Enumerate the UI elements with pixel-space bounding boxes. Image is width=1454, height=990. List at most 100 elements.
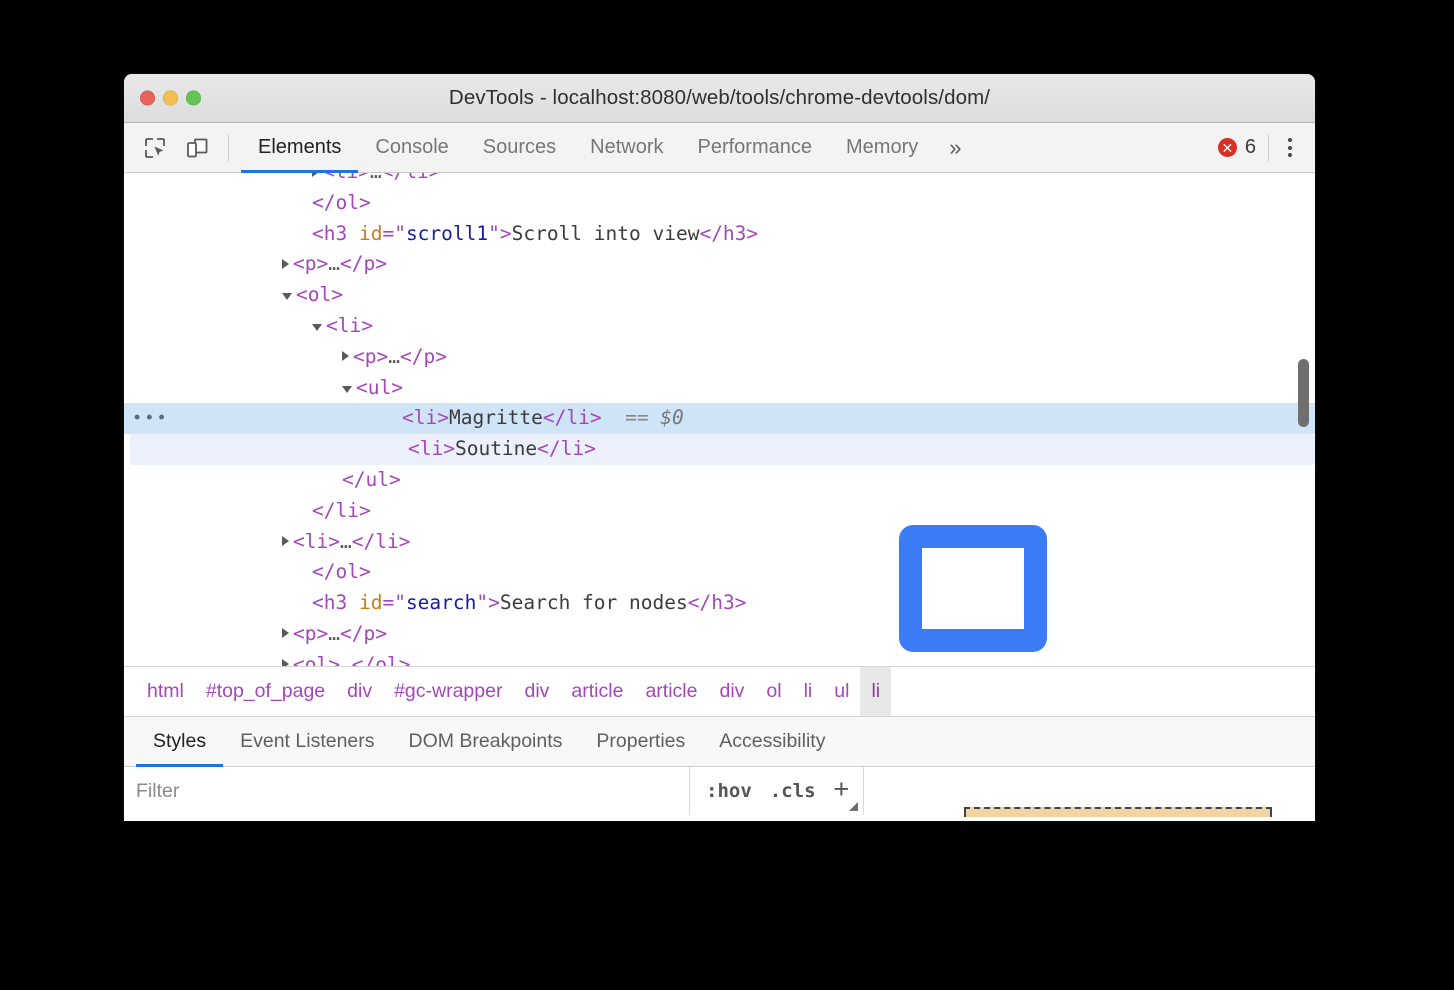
dom-tree-row[interactable]: •••<li>Magritte</li> == $0 xyxy=(124,403,1315,434)
tab-styles[interactable]: Styles xyxy=(136,717,223,766)
dom-tree-row[interactable]: </ol> xyxy=(124,557,1315,588)
devtools-toolbar: Elements Console Sources Network Perform… xyxy=(124,123,1315,173)
dom-tree-row[interactable]: <li>Soutine</li> xyxy=(130,434,1315,465)
dom-tree-row[interactable]: <p>…</p> xyxy=(124,249,1315,280)
minimize-button[interactable] xyxy=(163,91,178,106)
main-menu-icon[interactable] xyxy=(1275,133,1305,163)
inspect-element-icon[interactable] xyxy=(138,133,172,163)
dom-tree-scrollbar-thumb[interactable] xyxy=(1298,359,1309,427)
dom-token-tag: <h3 xyxy=(312,222,359,245)
dom-tree-row[interactable]: <ul> xyxy=(124,373,1315,404)
dom-token-tag: <li> xyxy=(323,173,370,183)
breadcrumb-item-article[interactable]: article xyxy=(560,667,634,716)
dom-tree-row[interactable]: </li> xyxy=(124,496,1315,527)
dom-tree-row[interactable]: <li>…</li> xyxy=(124,173,1315,188)
dom-tree: <li>…</li></ol><h3 id="scroll1">Scroll i… xyxy=(124,173,1315,667)
dom-token-tag: <p> xyxy=(353,345,388,368)
toolbar-divider xyxy=(228,135,229,161)
expand-triangle-icon[interactable] xyxy=(282,659,289,667)
breadcrumb-item-label: li xyxy=(871,680,880,703)
tab-memory[interactable]: Memory xyxy=(829,123,935,172)
new-style-rule-button[interactable]: + xyxy=(834,776,850,803)
dom-token-tag: <h3 xyxy=(312,591,359,614)
sidebar-tab-label: Styles xyxy=(153,730,206,753)
more-tabs-label: » xyxy=(949,135,961,161)
dom-tree-row[interactable]: <p>…</p> xyxy=(124,342,1315,373)
breadcrumb-item-label: #top_of_page xyxy=(206,680,325,703)
tab-elements[interactable]: Elements xyxy=(241,123,358,172)
breadcrumb-item-li[interactable]: li xyxy=(793,667,824,716)
dom-tree-row[interactable]: <h3 id="scroll1">Scroll into view</h3> xyxy=(124,219,1315,250)
breadcrumb-item--gc-wrapper[interactable]: #gc-wrapper xyxy=(383,667,513,716)
toggle-cls-button[interactable]: .cls xyxy=(770,780,816,802)
box-model-diagram xyxy=(964,807,1272,817)
dom-tree-row-content: <h3 id="search">Search for nodes</h3> xyxy=(312,588,746,619)
dom-token-tag: <li> xyxy=(408,437,455,460)
dom-token-tag: <ol> xyxy=(293,653,340,667)
filter-input[interactable] xyxy=(136,780,689,803)
breadcrumb-item--top-of-page[interactable]: #top_of_page xyxy=(195,667,336,716)
dom-token-dim: == xyxy=(602,406,661,429)
dom-tree-panel[interactable]: <li>…</li></ol><h3 id="scroll1">Scroll i… xyxy=(124,173,1315,667)
expand-triangle-icon[interactable] xyxy=(312,173,319,177)
breadcrumb-item-div[interactable]: div xyxy=(336,667,383,716)
dom-tree-row[interactable]: </ul> xyxy=(124,465,1315,496)
filter-input-wrapper[interactable] xyxy=(124,767,690,815)
dom-token-tag: </p> xyxy=(400,345,447,368)
resize-grip-icon[interactable] xyxy=(849,802,858,811)
dom-tree-row-content: </ol> xyxy=(312,557,371,588)
dom-token-tag: </ul> xyxy=(342,468,401,491)
breadcrumb-item-label: #gc-wrapper xyxy=(394,680,502,703)
collapse-triangle-icon[interactable] xyxy=(282,293,292,300)
expand-triangle-icon[interactable] xyxy=(342,351,349,361)
collapse-triangle-icon[interactable] xyxy=(312,324,322,331)
expand-triangle-icon[interactable] xyxy=(282,536,289,546)
dom-tree-row[interactable]: <p>…</p> xyxy=(124,619,1315,650)
breadcrumb-item-div[interactable]: div xyxy=(708,667,755,716)
breadcrumb-item-html[interactable]: html xyxy=(136,667,195,716)
devtools-window: DevTools - localhost:8080/web/tools/chro… xyxy=(124,74,1315,821)
dom-tree-row[interactable]: <li>…</li> xyxy=(124,527,1315,558)
dom-token-ellip: … xyxy=(340,530,352,553)
maximize-button[interactable] xyxy=(186,91,201,106)
dom-tree-row[interactable]: <h3 id="search">Search for nodes</h3> xyxy=(124,588,1315,619)
tab-performance[interactable]: Performance xyxy=(681,123,830,172)
tab-label: Elements xyxy=(258,136,341,159)
tab-accessibility[interactable]: Accessibility xyxy=(702,717,842,766)
expand-triangle-icon[interactable] xyxy=(282,259,289,269)
dom-token-val: scroll1 xyxy=(406,222,488,245)
dom-tree-row[interactable]: </ol> xyxy=(124,188,1315,219)
breadcrumb-item-ol[interactable]: ol xyxy=(755,667,792,716)
tab-network[interactable]: Network xyxy=(573,123,680,172)
device-toolbar-icon[interactable] xyxy=(180,133,214,163)
dom-token-ellip: … xyxy=(388,345,400,368)
close-button[interactable] xyxy=(140,91,155,106)
breadcrumb-item-ul[interactable]: ul xyxy=(823,667,860,716)
toggle-hov-button[interactable]: :hov xyxy=(706,780,752,802)
breadcrumb-item-article[interactable]: article xyxy=(634,667,708,716)
breadcrumb-item-div[interactable]: div xyxy=(513,667,560,716)
dom-tree-row[interactable]: <ol> xyxy=(124,280,1315,311)
tab-sources[interactable]: Sources xyxy=(466,123,573,172)
tab-console[interactable]: Console xyxy=(358,123,465,172)
dom-tree-row[interactable]: <ol>…</ol> xyxy=(124,650,1315,667)
tab-dom-breakpoints[interactable]: DOM Breakpoints xyxy=(392,717,580,766)
window-titlebar: DevTools - localhost:8080/web/tools/chro… xyxy=(124,74,1315,123)
tab-event-listeners[interactable]: Event Listeners xyxy=(223,717,391,766)
breadcrumb-item-label: article xyxy=(645,680,697,703)
more-tabs-chevron-icon[interactable]: » xyxy=(935,123,975,172)
dom-token-val: search xyxy=(406,591,476,614)
kebab-dot xyxy=(1288,146,1292,150)
row-overflow-badge[interactable]: ••• xyxy=(132,410,169,427)
dom-tree-row[interactable]: <li> xyxy=(124,311,1315,342)
dom-token-attr: id xyxy=(359,222,382,245)
tab-label: Console xyxy=(375,136,448,159)
expand-triangle-icon[interactable] xyxy=(282,628,289,638)
error-badge[interactable]: ✕ 6 xyxy=(1218,136,1268,159)
dom-token-tag: </p> xyxy=(340,622,387,645)
tab-properties[interactable]: Properties xyxy=(579,717,702,766)
collapse-triangle-icon[interactable] xyxy=(342,386,352,393)
breadcrumb-item-li[interactable]: li xyxy=(860,667,891,716)
panel-tabs: Elements Console Sources Network Perform… xyxy=(241,123,975,172)
kebab-dot xyxy=(1288,138,1292,142)
